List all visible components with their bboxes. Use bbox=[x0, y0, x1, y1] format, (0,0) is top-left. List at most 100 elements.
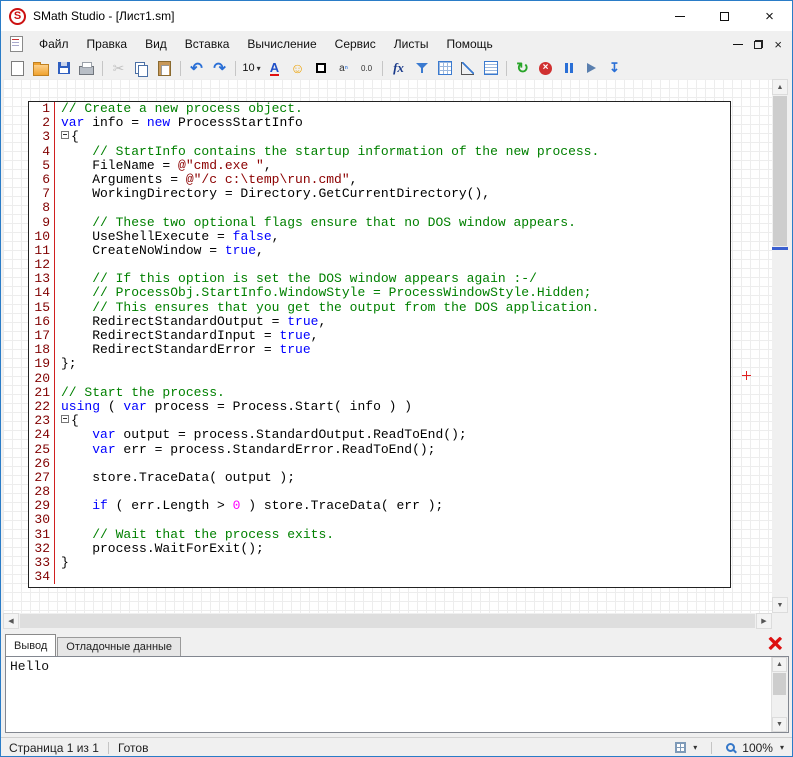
undo-button[interactable]: ↶ bbox=[186, 58, 207, 78]
scroll-left-button[interactable]: ◀ bbox=[3, 613, 19, 629]
tab-debug-data[interactable]: Отладочные данные bbox=[57, 637, 181, 656]
insert-plot-button[interactable] bbox=[457, 58, 478, 78]
code-text: FileName = @"cmd.exe ", bbox=[55, 159, 272, 173]
cut-button[interactable]: ✂ bbox=[108, 58, 129, 78]
statusbar-separator bbox=[711, 742, 712, 754]
grid-view-icon[interactable] bbox=[675, 742, 686, 753]
redo-button[interactable]: ↷ bbox=[209, 58, 230, 78]
scroll-up-button[interactable]: ▲ bbox=[772, 79, 788, 95]
document-icon[interactable] bbox=[10, 36, 23, 52]
recalculate-button[interactable]: ↻ bbox=[512, 58, 533, 78]
play-icon bbox=[587, 63, 596, 73]
fold-marker-icon[interactable] bbox=[61, 131, 69, 139]
output-vscroll-thumb[interactable] bbox=[773, 673, 786, 695]
run-button[interactable] bbox=[581, 58, 602, 78]
function-icon: fx bbox=[393, 60, 404, 76]
csharp-code-region[interactable]: 1// Create a new process object.2var inf… bbox=[28, 101, 731, 588]
window-title: SMath Studio - [Лист1.sm] bbox=[33, 9, 174, 23]
code-line: 26 bbox=[29, 457, 730, 471]
funnel-icon bbox=[416, 62, 428, 74]
new-document-button[interactable] bbox=[7, 58, 28, 78]
minimize-icon bbox=[675, 16, 685, 17]
print-button[interactable] bbox=[76, 58, 97, 78]
code-line: 6 Arguments = @"/c c:\temp\run.cmd", bbox=[29, 173, 730, 187]
worksheet-vscrollbar[interactable]: ▲ ▼ bbox=[772, 79, 788, 613]
menu-view[interactable]: Вид bbox=[136, 33, 176, 55]
fold-marker-icon[interactable] bbox=[61, 415, 69, 423]
maximize-button[interactable] bbox=[702, 1, 747, 31]
font-color-button[interactable]: A bbox=[264, 58, 285, 78]
worksheet-hscrollbar[interactable]: ◀ ▶ bbox=[3, 613, 772, 629]
line-number: 33 bbox=[29, 556, 55, 570]
code-text: }; bbox=[55, 357, 77, 371]
code-text: RedirectStandardInput = true, bbox=[55, 329, 318, 343]
code-line: 20 bbox=[29, 372, 730, 386]
code-line: 30 bbox=[29, 513, 730, 527]
grid-view-caret-icon[interactable]: ▾ bbox=[693, 743, 697, 752]
filter-button[interactable] bbox=[411, 58, 432, 78]
close-button[interactable]: × bbox=[747, 1, 792, 31]
paste-button[interactable] bbox=[154, 58, 175, 78]
minimize-button[interactable] bbox=[657, 1, 702, 31]
zoom-caret-icon[interactable]: ▾ bbox=[780, 743, 784, 752]
line-number: 16 bbox=[29, 315, 55, 329]
redo-icon: ↷ bbox=[213, 61, 226, 76]
cut-icon: ✂ bbox=[113, 60, 125, 77]
line-number: 34 bbox=[29, 570, 55, 584]
code-text: // Create a new process object. bbox=[55, 102, 303, 116]
output-vscrollbar[interactable]: ▲ ▼ bbox=[771, 657, 788, 732]
line-number: 12 bbox=[29, 258, 55, 272]
zoom-level[interactable]: 100% bbox=[742, 741, 773, 755]
debug-button[interactable]: ↧ bbox=[604, 58, 625, 78]
menu-calculation[interactable]: Вычисление bbox=[238, 33, 325, 55]
code-text: Arguments = @"/c c:\temp\run.cmd", bbox=[55, 173, 357, 187]
close-output-panel-button[interactable]: × bbox=[764, 634, 786, 655]
line-number: 3 bbox=[29, 130, 55, 144]
copy-button[interactable] bbox=[131, 58, 152, 78]
code-line: 8 bbox=[29, 201, 730, 215]
code-text: store.TraceData( output ); bbox=[55, 471, 295, 485]
menu-edit[interactable]: Правка bbox=[78, 33, 137, 55]
font-size-select[interactable]: 10▾ bbox=[241, 58, 262, 78]
open-button[interactable] bbox=[30, 58, 51, 78]
mdi-close-button[interactable]: × bbox=[774, 37, 782, 52]
code-line: 27 store.TraceData( output ); bbox=[29, 471, 730, 485]
code-line: 11 CreateNoWindow = true, bbox=[29, 244, 730, 258]
save-button[interactable] bbox=[53, 58, 74, 78]
mdi-restore-icon bbox=[754, 40, 763, 49]
scroll-position-marker bbox=[772, 247, 788, 250]
scroll-down-button[interactable]: ▼ bbox=[772, 597, 788, 613]
worksheet[interactable]: 1// Create a new process object.2var inf… bbox=[3, 79, 772, 613]
menu-sheets[interactable]: Листы bbox=[385, 33, 438, 55]
mdi-restore-button[interactable] bbox=[754, 40, 763, 49]
vscroll-thumb[interactable] bbox=[773, 96, 787, 246]
line-number: 5 bbox=[29, 159, 55, 173]
highlight-color-button[interactable]: ☺ bbox=[287, 58, 308, 78]
line-number: 32 bbox=[29, 542, 55, 556]
hscroll-thumb[interactable] bbox=[20, 614, 755, 628]
smiley-icon: ☺ bbox=[290, 61, 304, 75]
line-number: 14 bbox=[29, 286, 55, 300]
toolbar-separator bbox=[382, 61, 383, 76]
output-scroll-down-button[interactable]: ▼ bbox=[772, 717, 787, 732]
debug-icon: ↧ bbox=[609, 60, 620, 76]
insert-function-button[interactable]: fx bbox=[388, 58, 409, 78]
units-button[interactable]: a bbox=[333, 58, 354, 78]
menu-insert[interactable]: Вставка bbox=[176, 33, 239, 55]
tab-output[interactable]: Вывод bbox=[5, 634, 56, 656]
pause-button[interactable] bbox=[558, 58, 579, 78]
menu-help[interactable]: Помощь bbox=[437, 33, 501, 55]
interrupt-button[interactable]: × bbox=[535, 58, 556, 78]
line-number: 27 bbox=[29, 471, 55, 485]
menu-tools[interactable]: Сервис bbox=[326, 33, 385, 55]
menu-file[interactable]: Файл bbox=[30, 33, 78, 55]
border-button[interactable] bbox=[310, 58, 331, 78]
scroll-right-button[interactable]: ▶ bbox=[756, 613, 772, 629]
insert-table-button[interactable] bbox=[480, 58, 501, 78]
output-scroll-up-button[interactable]: ▲ bbox=[772, 657, 787, 672]
decimals-button[interactable]: 0.0 bbox=[356, 58, 377, 78]
insert-matrix-button[interactable] bbox=[434, 58, 455, 78]
toolbar-separator bbox=[102, 61, 103, 76]
output-text[interactable]: Hello bbox=[10, 659, 49, 674]
mdi-minimize-button[interactable] bbox=[733, 44, 743, 45]
